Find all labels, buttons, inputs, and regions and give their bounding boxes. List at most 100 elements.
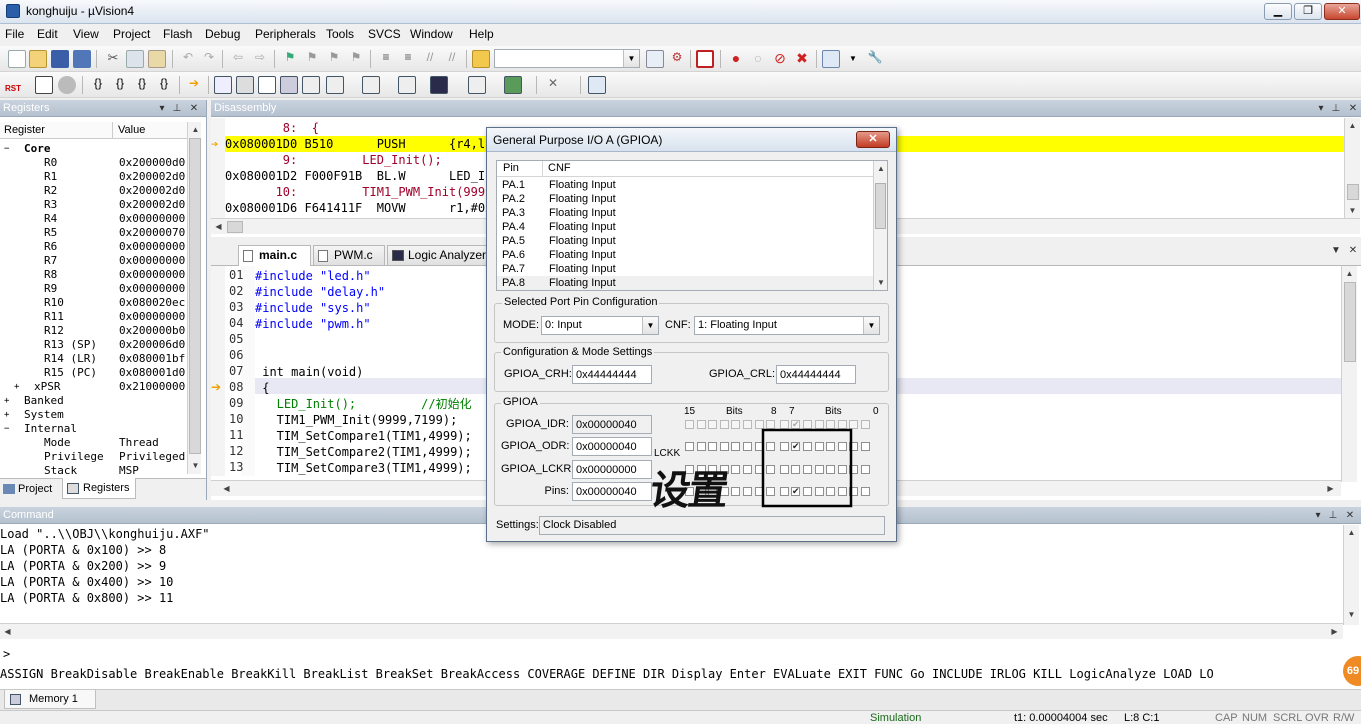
restore-button[interactable]: ❐ — [1294, 3, 1322, 20]
save-icon[interactable] — [51, 50, 69, 68]
menu-svcs[interactable]: SVCS — [368, 27, 401, 41]
bit-checkbox[interactable] — [861, 442, 870, 451]
menu-project[interactable]: Project — [113, 27, 150, 41]
menu-help[interactable]: Help — [469, 27, 494, 41]
code-line[interactable]: { — [255, 380, 269, 396]
col-register[interactable]: Register — [4, 124, 45, 136]
register-row[interactable]: − Internal — [0, 422, 186, 436]
minimize-button[interactable]: ▁ — [1264, 3, 1292, 20]
register-value[interactable]: 0x00000000 — [119, 282, 185, 296]
debug-layout-icon[interactable] — [588, 76, 606, 94]
disassembly-window-icon[interactable] — [236, 76, 254, 94]
disassembly-vscroll[interactable]: ▲ ▼ — [1344, 118, 1360, 218]
configure-icon[interactable]: 🔧 — [866, 50, 884, 68]
chevron-down-icon[interactable]: ▼ — [844, 50, 862, 68]
command-input[interactable] — [14, 646, 1334, 662]
menu-window[interactable]: Window — [410, 27, 453, 41]
bit-checkbox[interactable] — [720, 442, 729, 451]
pin-list-scrollbar[interactable]: ▲ ▼ — [873, 161, 887, 290]
scroll-right-icon[interactable]: ▶ — [1323, 481, 1338, 496]
register-row[interactable]: R2 0x200002d0 — [0, 184, 186, 198]
cut-icon[interactable]: ✂ — [104, 50, 122, 68]
bookmark-clear-icon[interactable]: ⚑ — [347, 50, 365, 68]
pin-row[interactable]: PA.3 Floating Input — [497, 206, 873, 220]
stop-icon[interactable] — [58, 76, 76, 94]
bit-checkbox[interactable] — [743, 442, 752, 451]
register-row[interactable]: R3 0x200002d0 — [0, 198, 186, 212]
expand-toggle-icon[interactable]: − — [4, 422, 9, 436]
reset-icon[interactable]: RST — [4, 76, 22, 94]
code-line[interactable]: #include "delay.h" — [255, 284, 385, 300]
chevron-down-icon[interactable]: ▾ — [1314, 100, 1328, 117]
find-combo[interactable]: ▼ — [494, 49, 640, 68]
register-value[interactable]: Privileged — [119, 450, 185, 464]
code-line[interactable]: #include "pwm.h" — [255, 316, 371, 332]
register-value[interactable]: 0x200002d0 — [119, 170, 185, 184]
scroll-up-icon[interactable]: ▲ — [1344, 525, 1359, 540]
bit-checkbox[interactable] — [685, 442, 694, 451]
register-row[interactable]: R12 0x200000b0 — [0, 324, 186, 338]
register-row[interactable]: R7 0x00000000 — [0, 254, 186, 268]
pin-icon[interactable]: ⊥ — [1326, 507, 1340, 524]
register-row[interactable]: R8 0x00000000 — [0, 268, 186, 282]
gpio-register-field[interactable] — [572, 460, 652, 479]
kill-breakpoints-icon[interactable]: ✖ — [793, 50, 811, 68]
crh-field[interactable] — [572, 365, 652, 384]
menu-flash[interactable]: Flash — [163, 27, 192, 41]
register-value[interactable]: 0x200000b0 — [119, 324, 185, 338]
register-row[interactable]: + System — [0, 408, 186, 422]
code-line[interactable]: TIM_SetCompare3(TIM1,4999); — [255, 460, 472, 476]
pin-row[interactable]: PA.2 Floating Input — [497, 192, 873, 206]
scroll-thumb[interactable] — [1344, 282, 1356, 362]
scroll-down-icon[interactable]: ▼ — [1345, 203, 1360, 218]
register-value[interactable]: 0x00000000 — [119, 254, 185, 268]
scroll-down-icon[interactable]: ▼ — [874, 275, 888, 290]
disable-all-breakpoints-icon[interactable]: ⊘ — [771, 50, 789, 68]
bit-checkbox[interactable] — [731, 442, 740, 451]
register-row[interactable]: R6 0x00000000 — [0, 240, 186, 254]
register-row[interactable]: R15 (PC) 0x080001d0 — [0, 366, 186, 380]
menu-peripherals[interactable]: Peripherals — [255, 27, 316, 41]
register-value[interactable]: 0x00000000 — [119, 240, 185, 254]
pin-row[interactable]: PA.1 Floating Input — [497, 178, 873, 192]
chevron-down-icon[interactable]: ▼ — [1329, 245, 1343, 256]
registers-window-icon[interactable] — [280, 76, 298, 94]
run-to-cursor-icon[interactable]: {} — [155, 76, 173, 94]
close-icon[interactable]: ✕ — [1343, 507, 1357, 524]
scroll-left-icon[interactable]: ◀ — [211, 219, 226, 234]
register-value[interactable]: 0x200006d0 — [119, 338, 185, 352]
call-stack-icon[interactable] — [302, 76, 320, 94]
debug-session-icon[interactable] — [696, 50, 714, 68]
bit-checkbox[interactable] — [743, 465, 752, 474]
code-line[interactable]: LED_Init(); //初始化 — [255, 396, 472, 412]
copy-icon[interactable] — [126, 50, 144, 68]
scroll-up-icon[interactable]: ▲ — [1342, 266, 1357, 281]
command-vscroll[interactable]: ▲ ▼ — [1343, 525, 1359, 625]
register-row[interactable]: R1 0x200002d0 — [0, 170, 186, 184]
code-line[interactable]: #include "sys.h" — [255, 300, 371, 316]
toolbox-icon[interactable]: ✕ — [544, 76, 562, 94]
scroll-thumb[interactable] — [1347, 184, 1359, 200]
step-into-icon[interactable]: {} — [89, 76, 107, 94]
expand-toggle-icon[interactable]: + — [4, 394, 9, 408]
register-value[interactable]: 0x20000070 — [119, 226, 185, 240]
register-row[interactable]: R10 0x080020ec — [0, 296, 186, 310]
register-row[interactable]: R0 0x200000d0 — [0, 156, 186, 170]
unindent-icon[interactable]: ≡ — [399, 50, 417, 68]
register-value[interactable]: 0x200002d0 — [119, 184, 185, 198]
system-viewer-icon[interactable] — [504, 76, 522, 94]
bit-checkbox[interactable] — [731, 487, 740, 496]
register-row[interactable]: Mode Thread — [0, 436, 186, 450]
code-line[interactable]: #include "led.h" — [255, 268, 371, 284]
code-line[interactable]: TIM1_PWM_Init(9999,7199); — [255, 412, 458, 428]
close-icon[interactable]: ✕ — [1346, 100, 1360, 117]
memory-window-icon[interactable] — [362, 76, 380, 94]
register-value[interactable]: 0x00000000 — [119, 268, 185, 282]
menu-debug[interactable]: Debug — [205, 27, 240, 41]
command-hscroll[interactable]: ◀ ▶ — [0, 623, 1343, 639]
editor-vscroll[interactable]: ▲ — [1341, 266, 1357, 482]
scroll-left-icon[interactable]: ◀ — [219, 481, 234, 496]
scroll-right-icon[interactable]: ▶ — [1327, 624, 1342, 639]
scroll-up-icon[interactable]: ▲ — [188, 122, 203, 137]
bookmark-prev-icon[interactable]: ⚑ — [303, 50, 321, 68]
